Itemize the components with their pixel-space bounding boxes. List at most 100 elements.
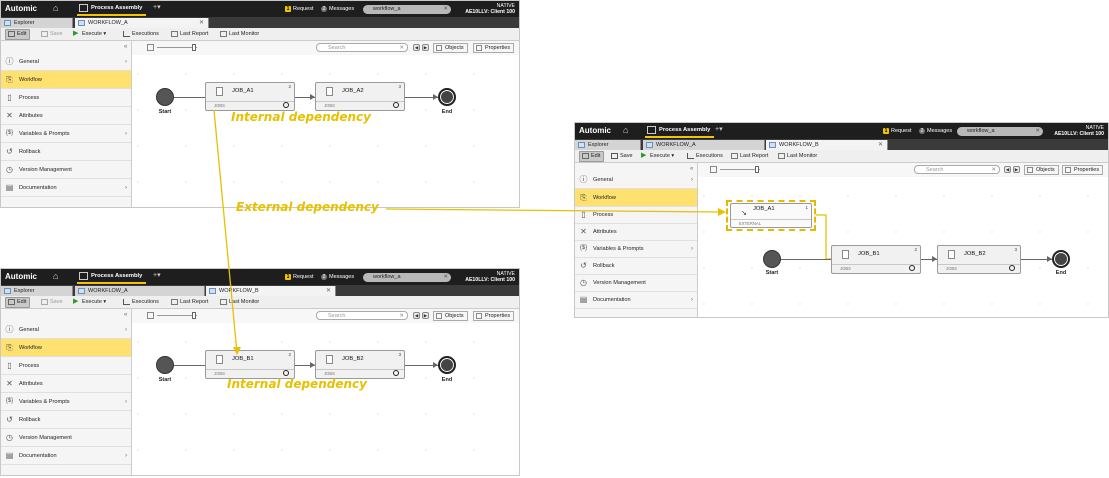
- request-indicator[interactable]: 1 Request: [285, 1, 314, 17]
- tab-workflow-a[interactable]: WORKFLOW_A: [75, 286, 205, 296]
- end-label: End: [441, 377, 453, 383]
- sidebar-item-process[interactable]: ▯ Process: [1, 357, 131, 375]
- start-node[interactable]: [156, 356, 174, 374]
- last-monitor-button[interactable]: Last Monitor: [220, 28, 259, 40]
- home-icon[interactable]: ⌂: [53, 4, 63, 13]
- connection-line: [172, 97, 205, 98]
- canvas-search-input[interactable]: Search ✕: [316, 43, 408, 52]
- job-node-b1[interactable]: JOB_B1 2 JOBS: [831, 245, 921, 274]
- refresh-icon[interactable]: [909, 265, 915, 271]
- sidebar-item-rollback[interactable]: ↺ Rollback: [1, 143, 131, 161]
- properties-icon: [476, 313, 482, 319]
- sidebar-item-documentation[interactable]: ▤ Documentation ›: [1, 179, 131, 197]
- info-icon: ⓘ: [5, 325, 14, 334]
- close-icon[interactable]: ✕: [326, 286, 331, 296]
- sidebar-item-attributes[interactable]: ✕ Attributes: [1, 107, 131, 125]
- save-button[interactable]: Save: [41, 296, 63, 308]
- zoom-slider[interactable]: [157, 47, 197, 48]
- sidebar-item-version-management[interactable]: ◷ Version Management: [1, 161, 131, 179]
- tab-workflow-b[interactable]: WORKFLOW_B ✕: [206, 286, 336, 296]
- add-perspective-button[interactable]: +▾: [153, 271, 161, 279]
- start-node[interactable]: [763, 250, 781, 268]
- chevron-right-icon: ›: [125, 399, 127, 405]
- messages-indicator[interactable]: 2 Messages: [321, 269, 354, 285]
- script-icon: ▯: [7, 361, 12, 370]
- last-report-button[interactable]: Last Report: [171, 28, 208, 40]
- environment-info: NATIVE AE10LLV: Client 100: [465, 271, 515, 283]
- refresh-icon[interactable]: [393, 370, 399, 376]
- tab-explorer[interactable]: Explorer: [1, 286, 73, 296]
- executions-button[interactable]: Executions: [123, 296, 159, 308]
- objects-button[interactable]: Objects: [433, 311, 468, 321]
- end-node[interactable]: [438, 356, 456, 374]
- process-assembly-tab[interactable]: Process Assembly: [77, 3, 147, 16]
- clear-icon[interactable]: ✕: [443, 5, 448, 14]
- job-node-b1[interactable]: JOB_B1 2 JOBS: [205, 350, 295, 379]
- messages-indicator[interactable]: 2 Messages: [321, 1, 354, 17]
- tab-workflow-a[interactable]: WORKFLOW_A ✕: [75, 18, 209, 28]
- workflow-canvas[interactable]: [132, 41, 519, 207]
- job-node-a1[interactable]: JOB_A1 2 JOBS: [205, 82, 295, 111]
- zoom-slider[interactable]: [157, 315, 197, 316]
- save-button[interactable]: Save: [41, 28, 63, 40]
- prev-button[interactable]: ◀: [413, 312, 420, 319]
- zoom-slider-knob[interactable]: [192, 44, 196, 51]
- start-node[interactable]: [156, 88, 174, 106]
- sidebar-item-version-management[interactable]: ◷ Version Management: [1, 429, 131, 447]
- global-search-input[interactable]: workflow_a ✕: [363, 273, 451, 282]
- end-node[interactable]: [438, 88, 456, 106]
- executions-button[interactable]: Executions: [123, 28, 159, 40]
- refresh-icon[interactable]: [283, 102, 289, 108]
- clear-icon[interactable]: ✕: [399, 312, 404, 320]
- edit-button[interactable]: Edit: [5, 297, 31, 308]
- sidebar-item-general[interactable]: ⓘ General ›: [1, 53, 131, 71]
- automic-logo: Automic: [5, 272, 37, 281]
- last-monitor-button[interactable]: Last Monitor: [220, 296, 259, 308]
- refresh-icon[interactable]: [283, 370, 289, 376]
- next-button[interactable]: ▶: [422, 44, 429, 51]
- workflow-icon: [78, 20, 85, 26]
- job-node-a2[interactable]: JOB_A2 3 JOBS: [315, 82, 405, 111]
- properties-button[interactable]: Properties: [473, 311, 515, 321]
- refresh-icon[interactable]: [1009, 265, 1015, 271]
- sidebar-item-workflow[interactable]: ⎘ Workflow: [1, 71, 131, 89]
- sidebar-item-attributes[interactable]: ✕ Attributes: [1, 375, 131, 393]
- sidebar-item-documentation[interactable]: ▤ Documentation ›: [1, 447, 131, 465]
- clear-icon[interactable]: ✕: [443, 273, 448, 282]
- sidebar: ⓘ General › ⎘ Workflow ▯ Process ✕ Attributes…: [1, 41, 132, 207]
- end-node[interactable]: [1052, 250, 1070, 268]
- request-indicator[interactable]: 1 Request: [285, 269, 314, 285]
- execute-button[interactable]: ▶ Execute ▾: [73, 296, 106, 308]
- properties-button[interactable]: Properties: [473, 43, 515, 53]
- sidebar-item-general[interactable]: ⓘ General ›: [1, 321, 131, 339]
- tab-row: Explorer WORKFLOW_A ✕: [1, 17, 519, 28]
- sidebar-item-variables[interactable]: {$} Variables & Prompts ›: [1, 125, 131, 143]
- objects-button[interactable]: Objects: [433, 43, 468, 53]
- execute-button[interactable]: ▶ Execute ▾: [73, 28, 106, 40]
- sidebar-item-workflow[interactable]: ⎘ Workflow: [1, 339, 131, 357]
- grid-icon[interactable]: [147, 44, 154, 51]
- tab-explorer[interactable]: Explorer: [1, 18, 73, 28]
- workflow-canvas[interactable]: [132, 309, 519, 475]
- edit-button[interactable]: Edit: [5, 29, 31, 40]
- zoom-slider-knob[interactable]: [192, 312, 196, 319]
- collapse-sidebar-icon[interactable]: «: [124, 44, 127, 50]
- job-node-b2[interactable]: JOB_B2 3 JOBS: [937, 245, 1021, 274]
- prev-button[interactable]: ◀: [413, 44, 420, 51]
- job-node-b2[interactable]: JOB_B2 3 JOBS: [315, 350, 405, 379]
- next-button[interactable]: ▶: [422, 312, 429, 319]
- sidebar-item-process[interactable]: ▯ Process: [1, 89, 131, 107]
- grid-icon[interactable]: [147, 312, 154, 319]
- last-report-button[interactable]: Last Report: [171, 296, 208, 308]
- process-assembly-tab[interactable]: Process Assembly: [77, 271, 147, 284]
- global-search-input[interactable]: workflow_a ✕: [363, 5, 451, 14]
- add-perspective-button[interactable]: +▾: [153, 3, 161, 11]
- home-icon[interactable]: ⌂: [53, 272, 63, 281]
- collapse-sidebar-icon[interactable]: «: [124, 312, 127, 318]
- refresh-icon[interactable]: [393, 102, 399, 108]
- close-icon[interactable]: ✕: [199, 18, 204, 28]
- sidebar-item-variables[interactable]: {$} Variables & Prompts ›: [1, 393, 131, 411]
- sidebar-item-rollback[interactable]: ↺ Rollback: [1, 411, 131, 429]
- canvas-search-input[interactable]: Search ✕: [316, 311, 408, 320]
- clear-icon[interactable]: ✕: [399, 44, 404, 52]
